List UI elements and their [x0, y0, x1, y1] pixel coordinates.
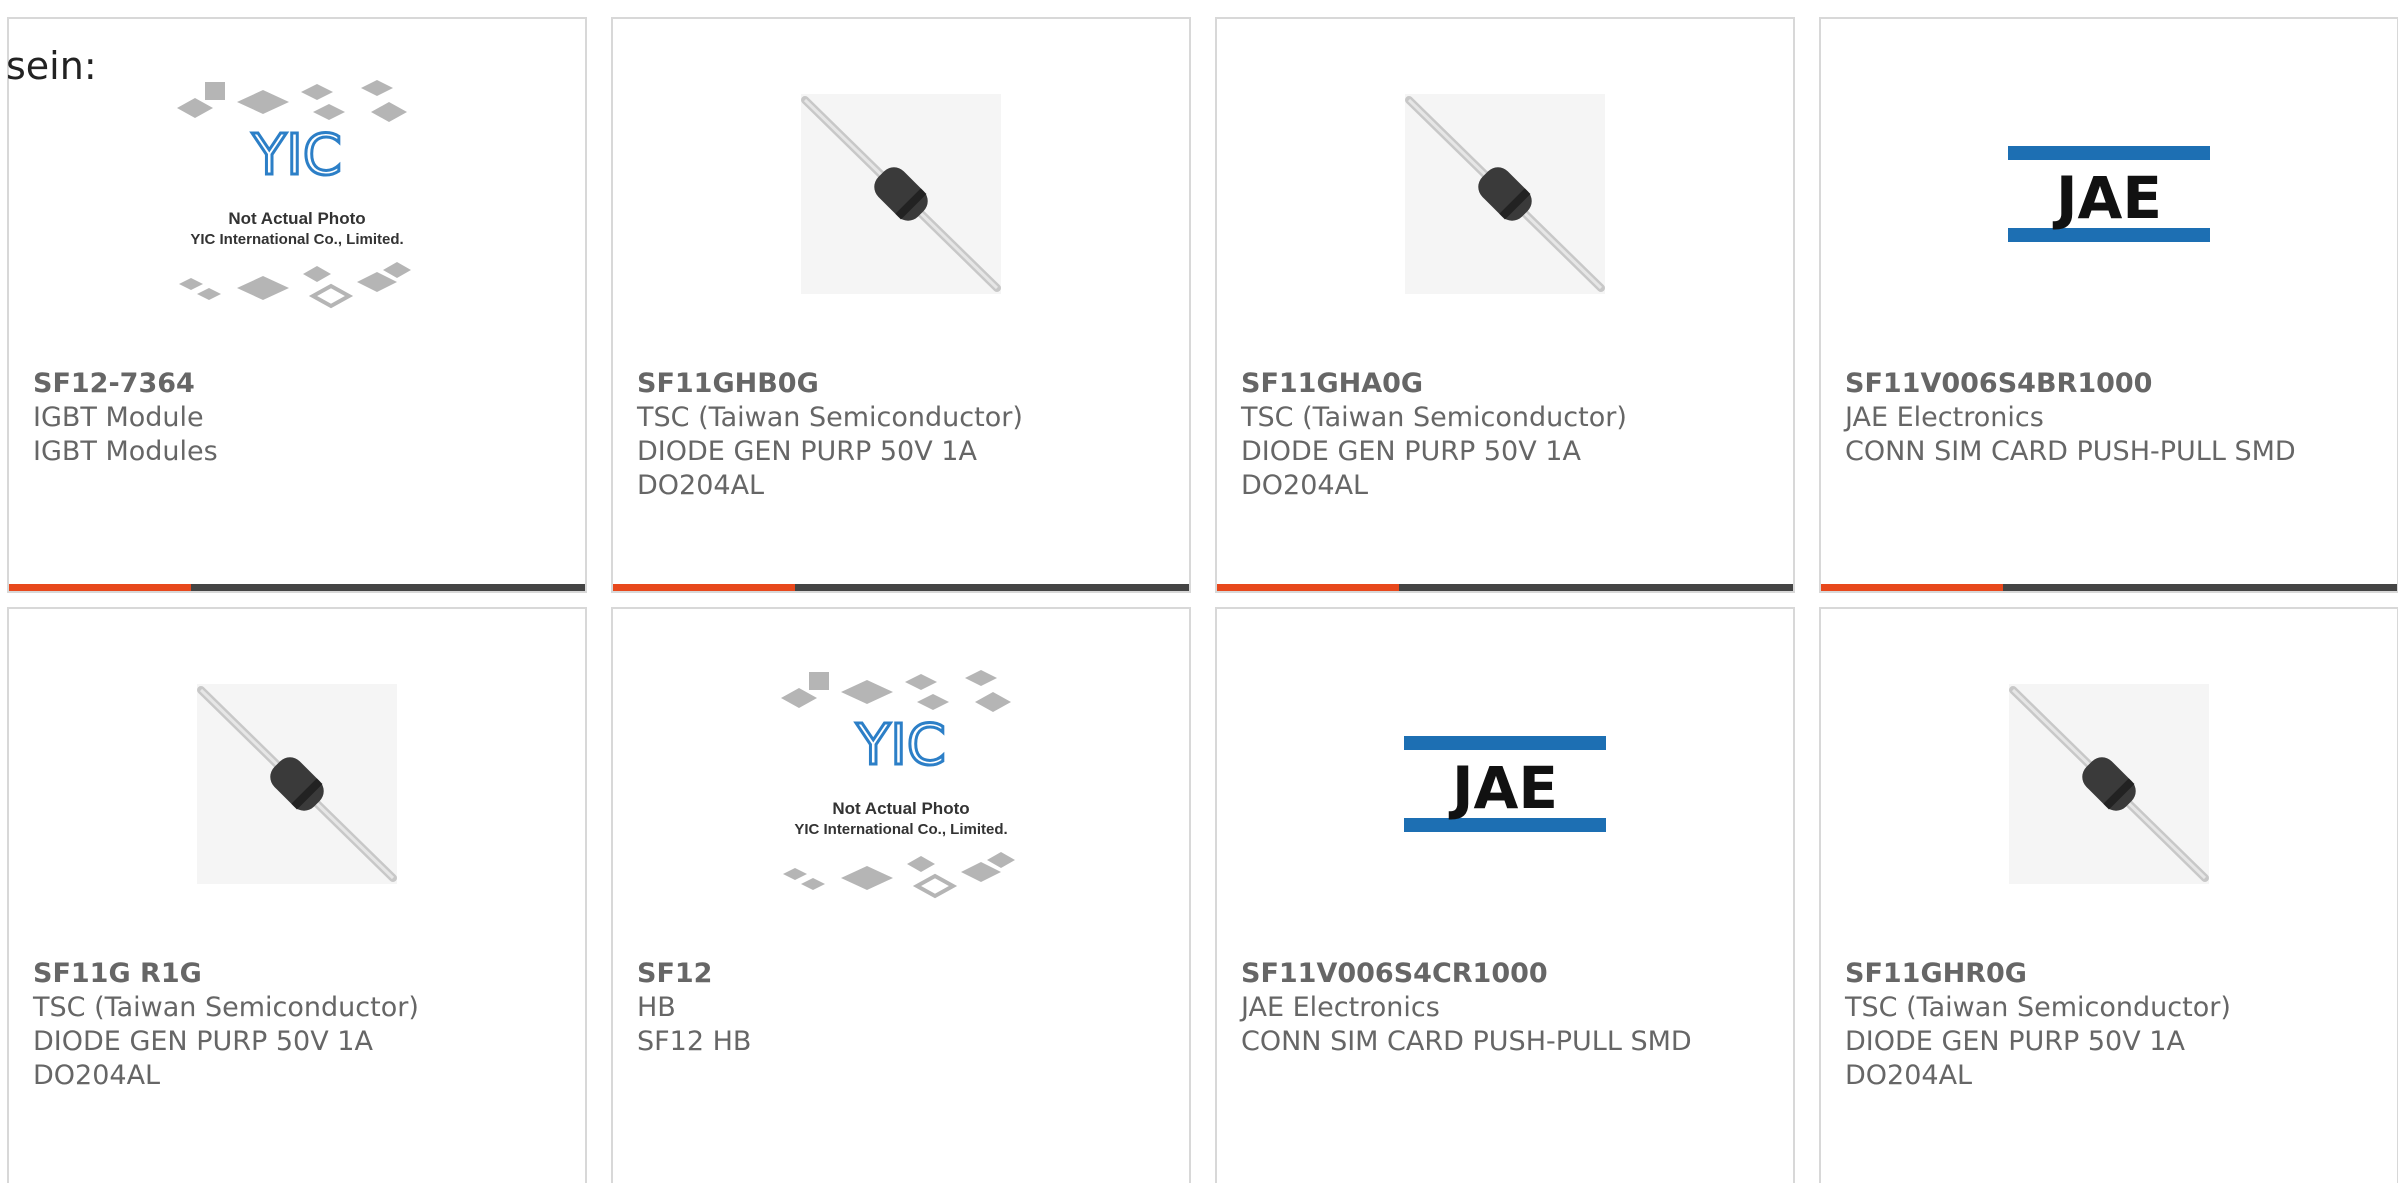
manufacturer: TSC (Taiwan Semiconductor)	[1241, 402, 1627, 433]
svg-text:JAE: JAE	[1448, 754, 1558, 822]
jae-logo-image: JAE	[2008, 146, 2210, 242]
part-number[interactable]: SF11G R1G	[33, 957, 575, 991]
description: DIODE GEN PURP 50V 1A	[1845, 1026, 2185, 1057]
description: CONN SIM CARD PUSH-PULL SMD	[1845, 436, 2296, 467]
product-image[interactable]	[9, 609, 585, 959]
card-bar	[1217, 584, 1793, 591]
product-info: SF11GHA0G TSC (Taiwan Semiconductor) DIO…	[1241, 367, 1783, 503]
product-card[interactable]: JAE SF11V006S4CR1000 JAE Electronics CON…	[1215, 607, 1795, 1183]
product-info: SF12-7364 IGBT Module IGBT Modules	[33, 367, 575, 469]
product-info: SF11GHB0G TSC (Taiwan Semiconductor) DIO…	[637, 367, 1179, 503]
diode-image	[2009, 684, 2209, 884]
manufacturer: HB	[637, 992, 676, 1023]
part-number[interactable]: SF11GHB0G	[637, 367, 1179, 401]
manufacturer: JAE Electronics	[1241, 992, 1440, 1023]
product-image[interactable]	[1821, 609, 2397, 959]
product-info: SF11GHR0G TSC (Taiwan Semiconductor) DIO…	[1845, 957, 2387, 1093]
product-image[interactable]: JAE	[1821, 19, 2397, 369]
part-number[interactable]: SF12-7364	[33, 367, 575, 401]
manufacturer: TSC (Taiwan Semiconductor)	[33, 992, 419, 1023]
description: SF12 HB	[637, 1026, 752, 1057]
part-number[interactable]: SF11GHA0G	[1241, 367, 1783, 401]
package: DO204AL	[1845, 1060, 1973, 1091]
product-info: SF11V006S4BR1000 JAE Electronics CONN SI…	[1845, 367, 2387, 469]
card-bar-accent	[9, 584, 191, 591]
intro-text: sein:	[6, 44, 97, 88]
description: DIODE GEN PURP 50V 1A	[1241, 436, 1581, 467]
manufacturer: TSC (Taiwan Semiconductor)	[637, 402, 1023, 433]
diode-image	[197, 684, 397, 884]
diode-image	[1405, 94, 1605, 294]
card-bar	[613, 584, 1189, 591]
product-image[interactable]: JAE	[1217, 609, 1793, 959]
product-card[interactable]: YIC Not Actual Photo YIC International C…	[611, 607, 1191, 1183]
card-bar-accent	[1217, 584, 1399, 591]
package: DO204AL	[1241, 470, 1369, 501]
part-number[interactable]: SF11V006S4CR1000	[1241, 957, 1783, 991]
product-image[interactable]: YIC Not Actual Photo YIC International C…	[613, 609, 1189, 959]
product-card[interactable]: YIC Not Actual Photo YIC International C…	[7, 17, 587, 593]
package: DO204AL	[33, 1060, 161, 1091]
product-card[interactable]: SF11GHA0G TSC (Taiwan Semiconductor) DIO…	[1215, 17, 1795, 593]
product-info: SF11V006S4CR1000 JAE Electronics CONN SI…	[1241, 957, 1783, 1059]
package: DO204AL	[637, 470, 765, 501]
jae-logo-image: JAE	[1404, 736, 1606, 832]
product-card[interactable]: SF11GHB0G TSC (Taiwan Semiconductor) DIO…	[611, 17, 1191, 593]
product-card[interactable]: SF11GHR0G TSC (Taiwan Semiconductor) DIO…	[1819, 607, 2398, 1183]
product-info: SF11G R1G TSC (Taiwan Semiconductor) DIO…	[33, 957, 575, 1093]
svg-text:YIC International Co., Limited: YIC International Co., Limited.	[190, 231, 403, 248]
yic-logo-text: YIC	[251, 123, 342, 188]
card-bar-accent	[1821, 584, 2003, 591]
product-card[interactable]: JAE SF11V006S4BR1000 JAE Electronics CON…	[1819, 17, 2398, 593]
yic-placeholder-image: YIC Not Actual Photo YIC International C…	[781, 670, 1015, 899]
yic-placeholder-image: YIC Not Actual Photo YIC International C…	[177, 80, 411, 309]
card-bar-accent	[613, 584, 795, 591]
svg-text:YIC International Co., Limited: YIC International Co., Limited.	[794, 821, 1007, 838]
description: DIODE GEN PURP 50V 1A	[33, 1026, 373, 1057]
diode-image	[801, 94, 1001, 294]
manufacturer: IGBT Module	[33, 402, 204, 433]
product-image[interactable]	[1217, 19, 1793, 369]
manufacturer: TSC (Taiwan Semiconductor)	[1845, 992, 2231, 1023]
card-bar	[9, 584, 585, 591]
part-number[interactable]: SF11V006S4BR1000	[1845, 367, 2387, 401]
manufacturer: JAE Electronics	[1845, 402, 2044, 433]
part-number[interactable]: SF12	[637, 957, 1179, 991]
description: CONN SIM CARD PUSH-PULL SMD	[1241, 1026, 1692, 1057]
description: DIODE GEN PURP 50V 1A	[637, 436, 977, 467]
product-card[interactable]: SF11G R1G TSC (Taiwan Semiconductor) DIO…	[7, 607, 587, 1183]
svg-text:Not Actual Photo: Not Actual Photo	[228, 209, 365, 228]
product-info: SF12 HB SF12 HB	[637, 957, 1179, 1059]
svg-text:Not Actual Photo: Not Actual Photo	[832, 799, 969, 818]
product-image[interactable]	[613, 19, 1189, 369]
part-number[interactable]: SF11GHR0G	[1845, 957, 2387, 991]
card-bar	[1821, 584, 2397, 591]
svg-text:JAE: JAE	[2052, 164, 2162, 232]
yic-logo-text: YIC	[855, 713, 946, 778]
description: IGBT Modules	[33, 436, 218, 467]
